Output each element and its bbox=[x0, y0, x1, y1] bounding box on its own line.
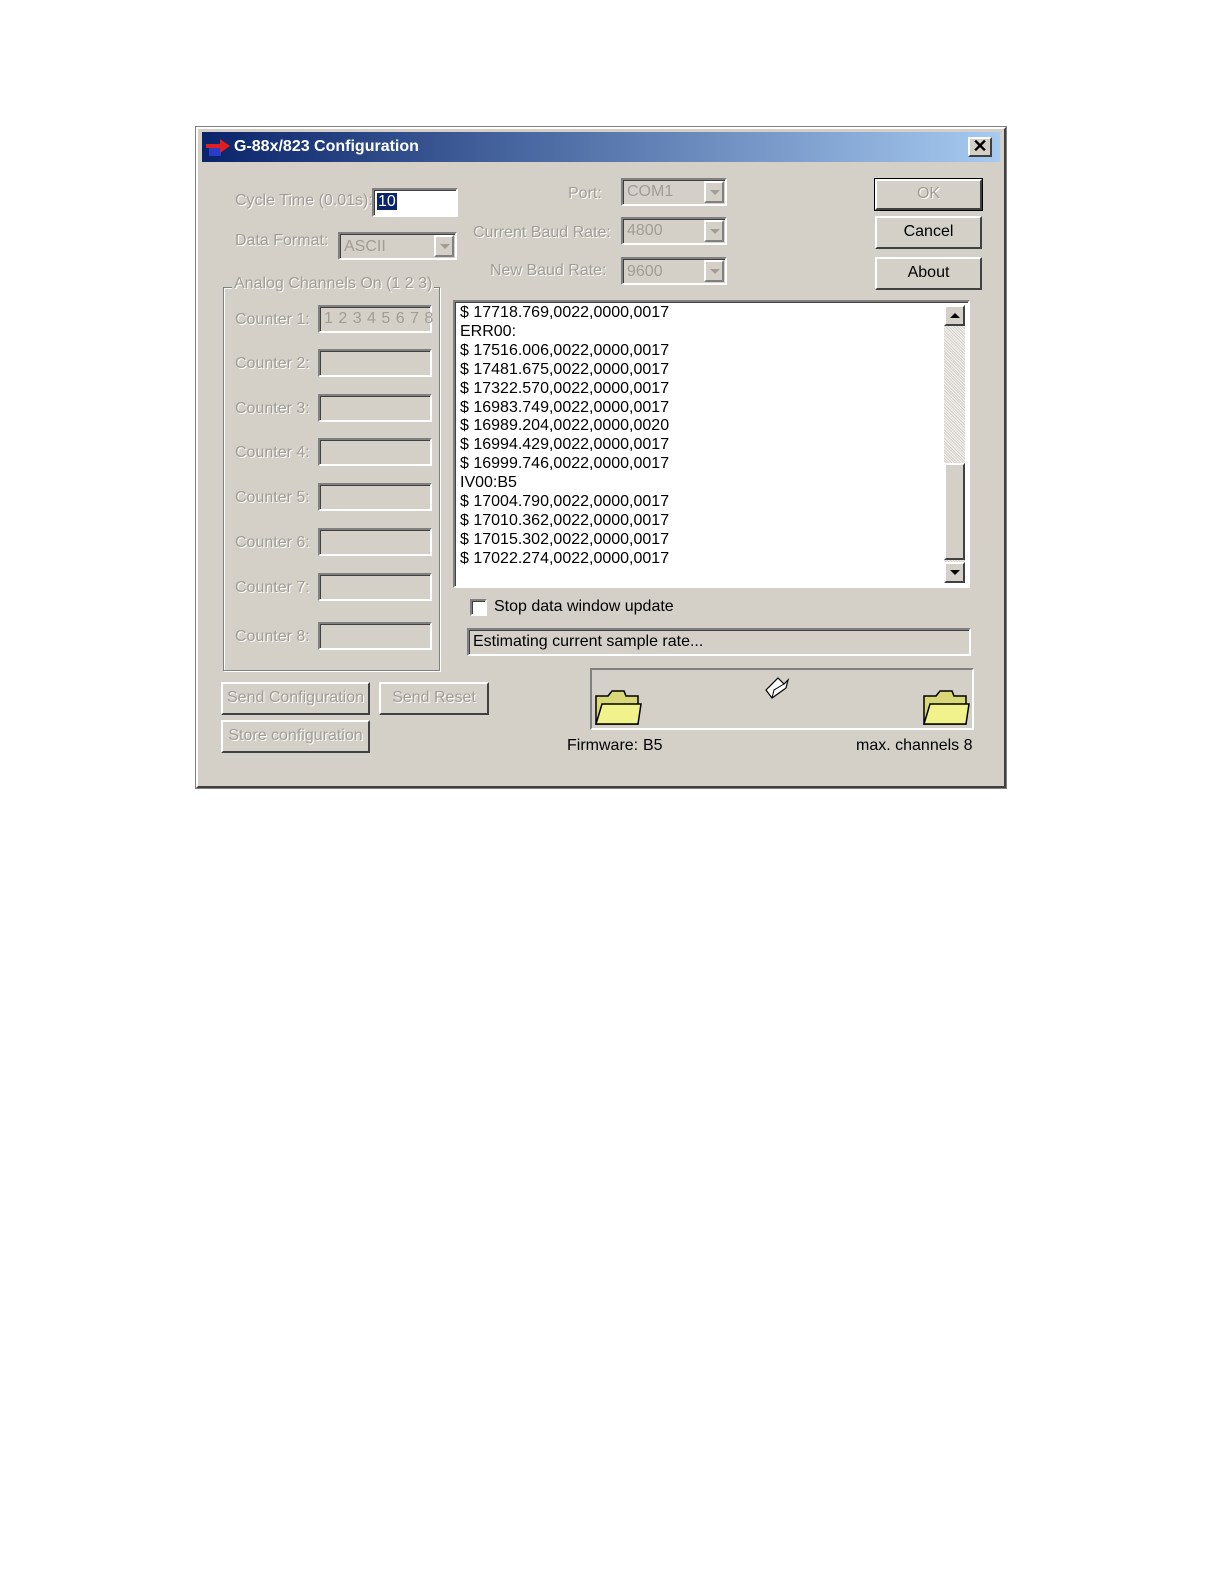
log-line: $ 17022.274,0022,0000,0017 bbox=[460, 549, 670, 567]
cycle-time-input[interactable]: 10 bbox=[372, 188, 458, 217]
new-baud-select[interactable]: 9600 bbox=[621, 257, 727, 285]
port-select[interactable]: COM1 bbox=[621, 178, 727, 206]
counter-1-value: 1 2 3 4 5 6 7 8 bbox=[324, 310, 434, 327]
log-line: ERR00: bbox=[460, 322, 517, 340]
cycle-time-value: 10 bbox=[377, 193, 397, 210]
log-line: $ 17481.675,0022,0000,0017 bbox=[460, 360, 670, 378]
configuration-dialog: G-88x/823 Configuration ✕ Cycle Time (0.… bbox=[196, 127, 1006, 788]
about-button[interactable]: About bbox=[875, 257, 982, 290]
current-baud-value: 4800 bbox=[627, 222, 663, 239]
current-baud-select[interactable]: 4800 bbox=[621, 217, 727, 245]
counter-3-input[interactable] bbox=[318, 394, 432, 422]
counter-6-label: Counter 6: bbox=[235, 534, 310, 551]
log-line: IV00:B5 bbox=[460, 474, 517, 492]
current-baud-label: Current Baud Rate: bbox=[473, 224, 611, 241]
app-arrow-icon bbox=[206, 139, 230, 156]
log-line: $ 16994.429,0022,0000,0017 bbox=[460, 436, 670, 454]
chevron-down-icon[interactable] bbox=[704, 220, 724, 242]
log-line: $ 17010.362,0022,0000,0017 bbox=[460, 511, 670, 529]
title-bar[interactable]: G-88x/823 Configuration ✕ bbox=[202, 132, 1000, 162]
close-button[interactable]: ✕ bbox=[968, 137, 992, 157]
log-line: $ 16989.204,0022,0000,0020 bbox=[460, 417, 670, 435]
counter-6-input[interactable] bbox=[318, 528, 432, 556]
counter-3-label: Counter 3: bbox=[235, 400, 310, 417]
counter-8-input[interactable] bbox=[318, 622, 432, 650]
ok-button[interactable]: OK bbox=[875, 179, 982, 210]
analog-group-title: Analog Channels On (1 2 3) bbox=[232, 275, 435, 293]
counter-4-input[interactable] bbox=[318, 438, 432, 466]
chevron-down-icon[interactable] bbox=[704, 181, 724, 203]
status-field: Estimating current sample rate... bbox=[467, 628, 971, 656]
counter-5-label: Counter 5: bbox=[235, 489, 310, 506]
log-line: $ 17004.790,0022,0000,0017 bbox=[460, 493, 670, 511]
folder-icon bbox=[922, 690, 970, 725]
folder-icon bbox=[594, 690, 642, 725]
data-format-label: Data Format: bbox=[235, 232, 329, 249]
window-title: G-88x/823 Configuration bbox=[234, 138, 419, 155]
transfer-animation-panel bbox=[590, 668, 974, 730]
data-format-value: ASCII bbox=[344, 238, 386, 255]
counter-1-input[interactable]: 1 2 3 4 5 6 7 8 bbox=[318, 305, 434, 333]
counter-8-label: Counter 8: bbox=[235, 628, 310, 645]
log-line: $ 16999.746,0022,0000,0017 bbox=[460, 455, 670, 473]
chevron-down-icon[interactable] bbox=[704, 260, 724, 282]
counter-2-label: Counter 2: bbox=[235, 355, 310, 372]
analog-channels-group bbox=[223, 287, 440, 671]
new-baud-label: New Baud Rate: bbox=[490, 262, 607, 279]
new-baud-value: 9600 bbox=[627, 263, 663, 280]
send-configuration-button[interactable]: Send Configuration bbox=[221, 682, 370, 715]
log-line: $ 16983.749,0022,0000,0017 bbox=[460, 398, 670, 416]
status-text: Estimating current sample rate... bbox=[473, 633, 704, 650]
counter-7-label: Counter 7: bbox=[235, 579, 310, 596]
log-line: $ 17516.006,0022,0000,0017 bbox=[460, 341, 670, 359]
cancel-button[interactable]: Cancel bbox=[875, 216, 982, 249]
data-log-window[interactable]: $ 17718.769,0022,0000,0017 ERR00: $ 17516.… bbox=[453, 300, 970, 588]
log-scrollbar[interactable] bbox=[944, 305, 965, 583]
counter-7-input[interactable] bbox=[318, 573, 432, 601]
firmware-value: B5 bbox=[643, 737, 663, 754]
max-channels-text: max. channels 8 bbox=[856, 737, 973, 754]
port-label: Port: bbox=[568, 185, 602, 202]
store-configuration-button[interactable]: Store configuration bbox=[221, 720, 370, 753]
paper-icon bbox=[765, 677, 790, 699]
cycle-time-label: Cycle Time (0.01s): bbox=[235, 192, 373, 209]
send-reset-button[interactable]: Send Reset bbox=[379, 682, 489, 715]
stop-update-label[interactable]: Stop data window update bbox=[494, 598, 674, 616]
firmware-label: Firmware: bbox=[567, 737, 639, 754]
scroll-thumb[interactable] bbox=[944, 463, 965, 560]
log-line: $ 17015.302,0022,0000,0017 bbox=[460, 530, 670, 548]
scroll-down-icon[interactable] bbox=[944, 562, 965, 583]
counter-5-input[interactable] bbox=[318, 483, 432, 511]
chevron-down-icon[interactable] bbox=[434, 235, 454, 257]
data-format-select[interactable]: ASCII bbox=[338, 232, 457, 260]
port-value: COM1 bbox=[627, 183, 674, 200]
counter-1-label: Counter 1: bbox=[235, 311, 310, 328]
log-line: $ 17718.769,0022,0000,0017 bbox=[460, 304, 670, 321]
log-line: $ 17322.570,0022,0000,0017 bbox=[460, 379, 670, 397]
counter-4-label: Counter 4: bbox=[235, 444, 310, 461]
scroll-up-icon[interactable] bbox=[944, 305, 965, 326]
stop-update-checkbox[interactable] bbox=[470, 599, 487, 616]
counter-2-input[interactable] bbox=[318, 349, 432, 377]
data-log-lines: $ 17718.769,0022,0000,0017 ERR00: $ 17516.… bbox=[460, 304, 669, 569]
